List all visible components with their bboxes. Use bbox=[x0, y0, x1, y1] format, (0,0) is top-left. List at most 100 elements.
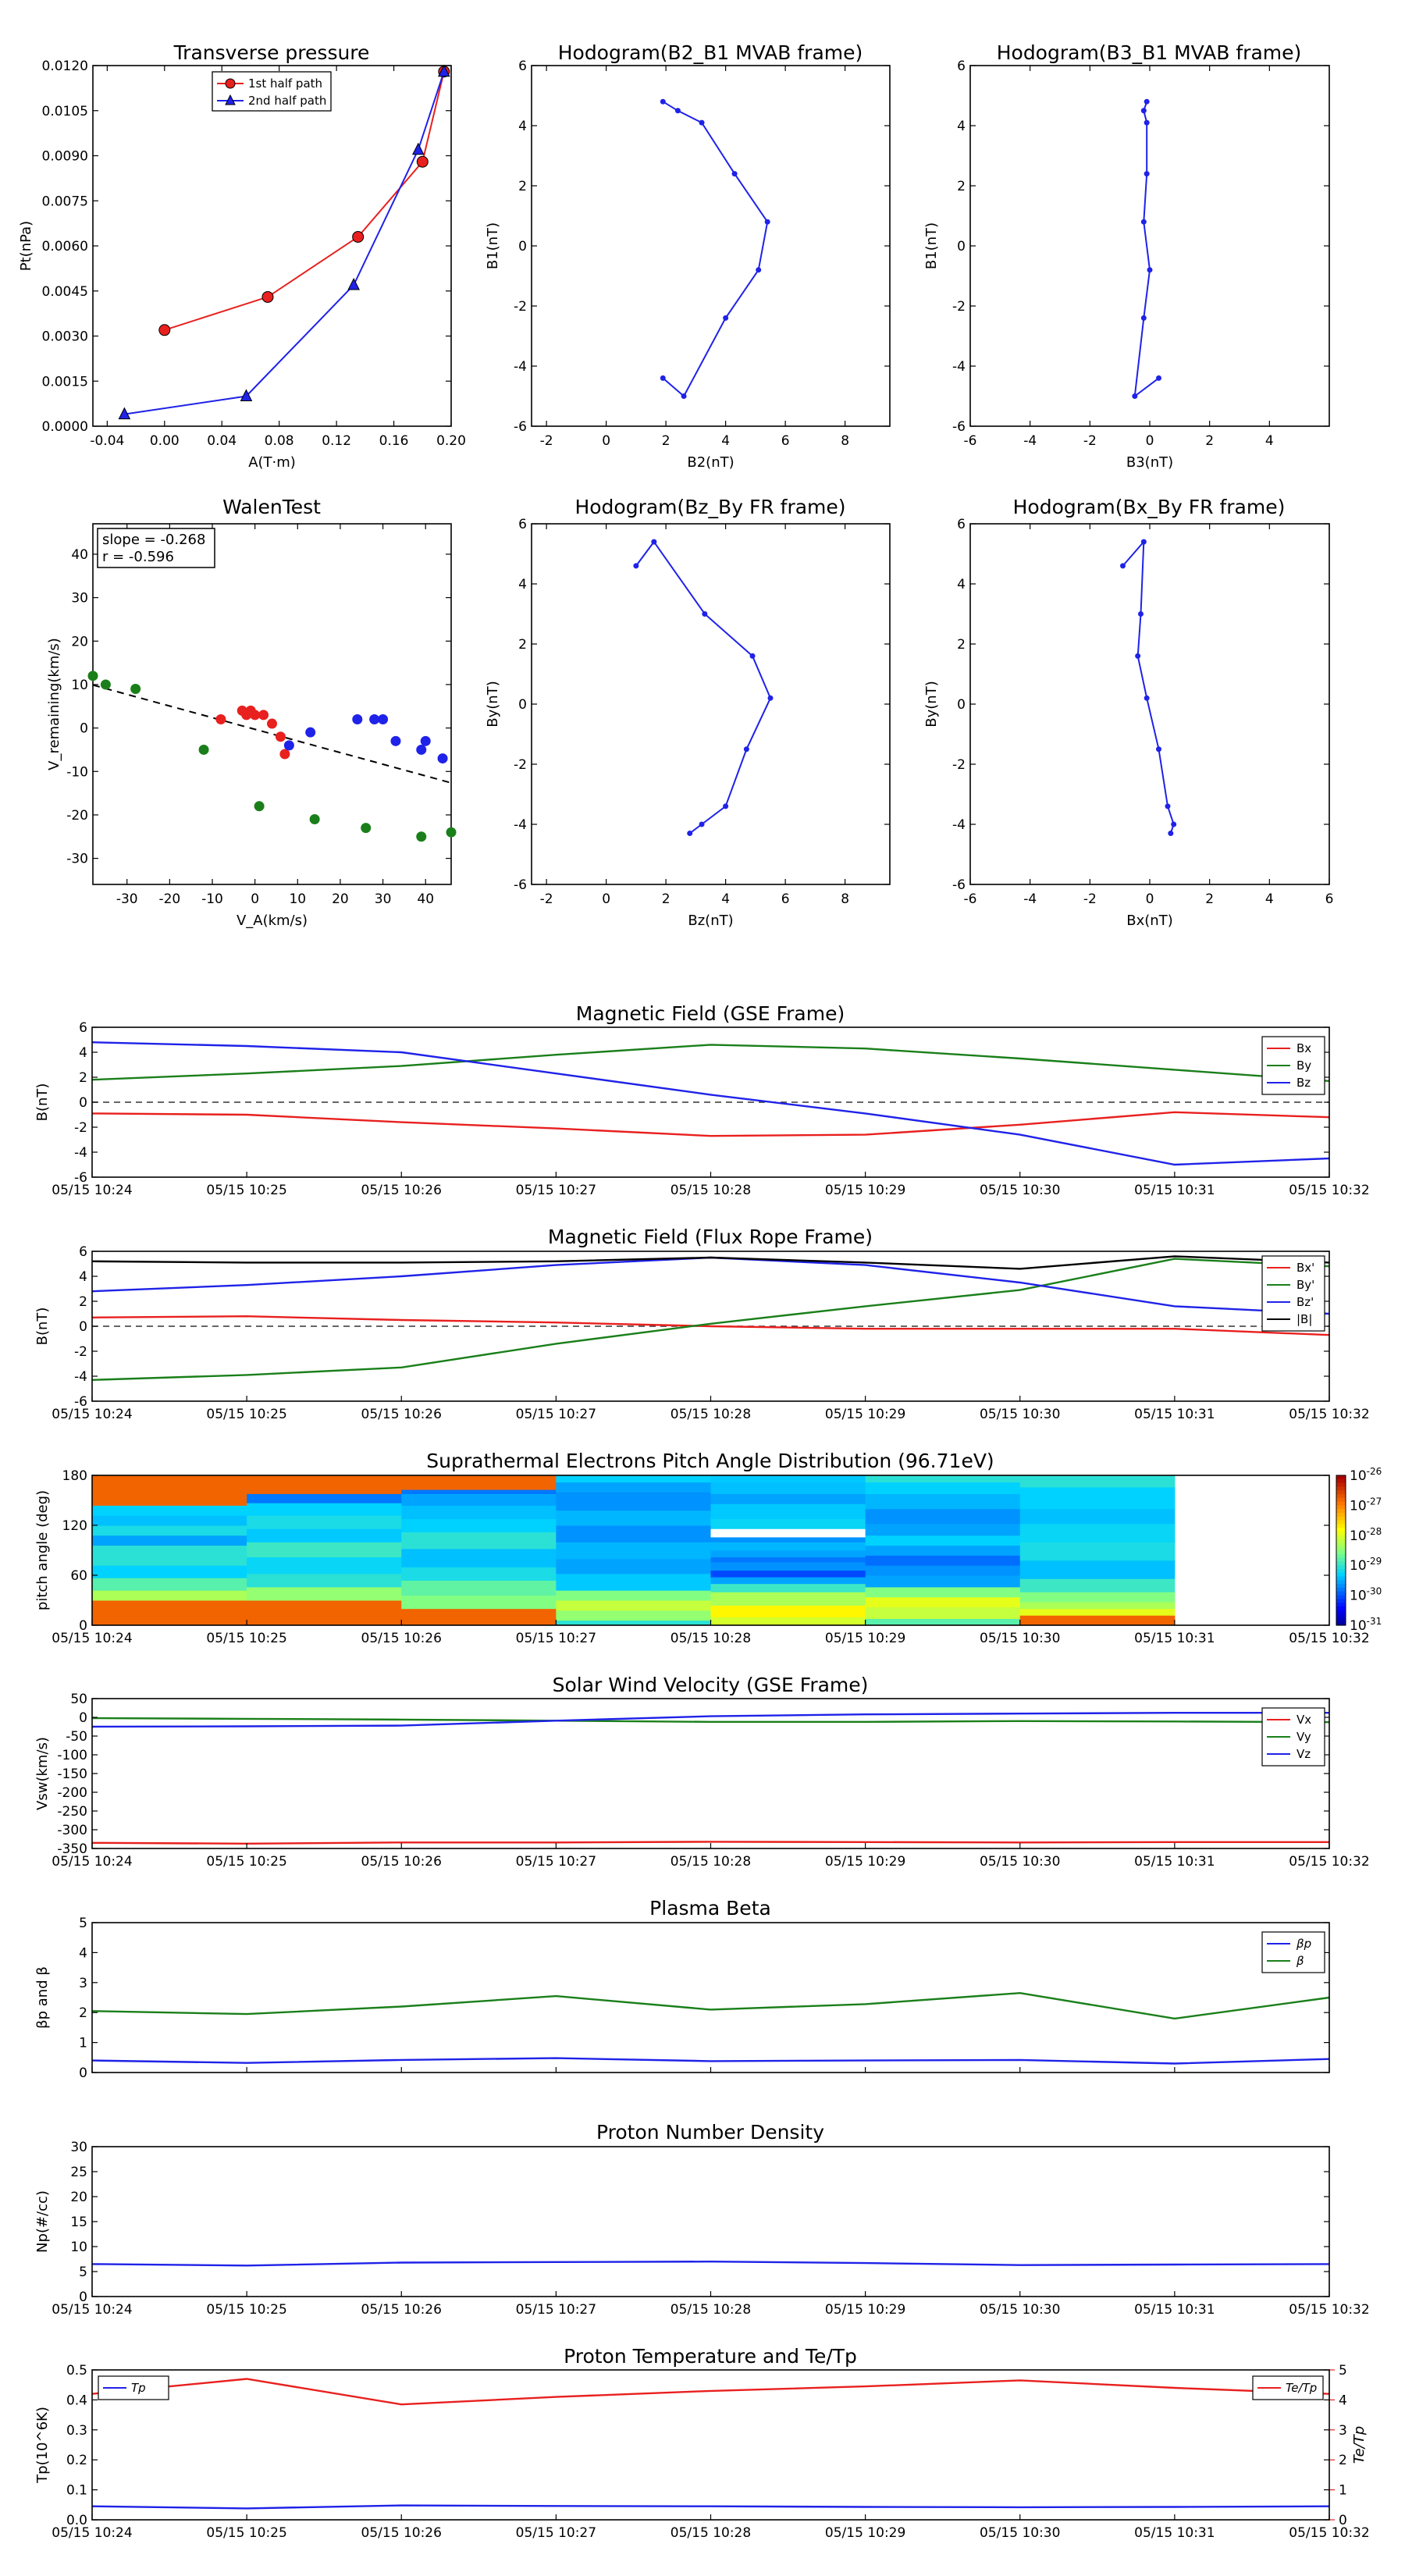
pad-xtick-label: 05/15 10:32 bbox=[1289, 1631, 1369, 1646]
hodogram-b3-b1-point bbox=[1147, 267, 1153, 273]
hodogram-b2-b1-point bbox=[764, 219, 770, 225]
pad-cell bbox=[1019, 1508, 1176, 1525]
sw-velocity-ytick-label: 0 bbox=[79, 1710, 87, 1726]
walen-test-ytick-label: -10 bbox=[66, 764, 88, 780]
walen-test-point bbox=[100, 679, 111, 690]
hodogram-b3-b1-ytick-label: 4 bbox=[957, 119, 966, 134]
walen-test-point bbox=[420, 735, 431, 746]
pad-cell bbox=[865, 1482, 1021, 1494]
mag-gse-ytick-label: 4 bbox=[79, 1045, 87, 1061]
mag-fr-legend: Bx' By' Bz' |B| bbox=[1261, 1255, 1325, 1332]
mag-fr-line bbox=[91, 1255, 1330, 1270]
hodogram-bz-by-ytick-label: 2 bbox=[518, 637, 527, 653]
hodogram-bz-by-ytick-label: 4 bbox=[518, 577, 527, 592]
pad-ytick-label: 180 bbox=[62, 1468, 87, 1484]
mag-gse-xtick-label: 05/15 10:32 bbox=[1289, 1183, 1369, 1198]
pad-cell bbox=[556, 1573, 711, 1591]
pad-cell bbox=[556, 1510, 711, 1526]
hodogram-bx-by-point bbox=[1135, 653, 1141, 659]
plasma-beta-ytick-label: 3 bbox=[79, 1976, 87, 1991]
proton-density-ytick-label: 10 bbox=[70, 2240, 87, 2255]
hodogram-bz-by-ytick-label: 6 bbox=[518, 517, 527, 532]
pad-colorbar-label: 10-30 bbox=[1350, 1586, 1382, 1604]
hodogram-b2-b1-xtick-label: 6 bbox=[781, 433, 790, 449]
transverse-pressure-xtick-label: 0.00 bbox=[150, 433, 180, 449]
mag-fr-xtick-label: 05/15 10:32 bbox=[1289, 1407, 1369, 1422]
mag-fr-ytick-label: 6 bbox=[79, 1244, 87, 1260]
pad-cell bbox=[92, 1525, 247, 1536]
pad-cell bbox=[92, 1565, 247, 1578]
plasma-beta-panel: Plasma Beta bbox=[649, 1897, 771, 1920]
hodogram-b3-b1-line bbox=[1133, 101, 1160, 398]
proton-temp-frame bbox=[91, 2369, 1330, 2521]
plasma-beta-legend-label: β bbox=[1296, 1954, 1304, 1968]
proton-density-frame bbox=[91, 2146, 1330, 2297]
pad-colorbar-step bbox=[1336, 1591, 1346, 1596]
pad-cell bbox=[247, 1600, 402, 1626]
hodogram-b2-b1-xlabel: B2(nT) bbox=[687, 454, 734, 471]
walen-test-xtick-label: -10 bbox=[201, 891, 223, 907]
hodogram-b3-b1-xtick-label: 0 bbox=[1146, 433, 1154, 449]
mag-fr-line bbox=[91, 1315, 1330, 1336]
sw-velocity-ytick-label: -300 bbox=[57, 1823, 87, 1838]
pad-colorbar-step bbox=[1336, 1482, 1346, 1487]
hodogram-b3-b1-ylabel: B1(nT) bbox=[923, 222, 940, 269]
hodogram-bz-by-ytick-label: -6 bbox=[514, 877, 527, 893]
mag-fr-xtick-label: 05/15 10:30 bbox=[980, 1407, 1060, 1422]
pad-ytick-label: 60 bbox=[70, 1568, 87, 1584]
hodogram-bx-by-xtick-label: 0 bbox=[1146, 891, 1154, 907]
hodogram-bx-by-xtick-label: 6 bbox=[1325, 891, 1334, 907]
pad-colorbar-step bbox=[1336, 1588, 1346, 1592]
pad-cell bbox=[865, 1493, 1021, 1510]
transverse-pressure-point bbox=[158, 324, 171, 336]
proton-density-xtick-label: 05/15 10:30 bbox=[980, 2302, 1060, 2318]
mag-fr-legend-label: By' bbox=[1297, 1278, 1314, 1292]
pad-cell bbox=[1019, 1592, 1176, 1603]
walen-test-title: WalenTest bbox=[222, 496, 321, 518]
mag-gse-ytick-label: -4 bbox=[74, 1145, 87, 1161]
hodogram-bz-by-ylabel: By(nT) bbox=[485, 681, 501, 727]
hodogram-bz-by-title: Hodogram(Bz_By FR frame) bbox=[574, 496, 845, 518]
hodogram-b3-b1-ytick-label: -4 bbox=[952, 359, 966, 375]
proton-density-xtick-label: 05/15 10:27 bbox=[516, 2302, 596, 2318]
transverse-pressure-line bbox=[124, 71, 445, 415]
mag-gse-xtick-label: 05/15 10:30 bbox=[980, 1183, 1060, 1198]
hodogram-b3-b1-point bbox=[1144, 98, 1150, 105]
sw-velocity-xtick-label: 05/15 10:24 bbox=[52, 1854, 132, 1870]
mag-gse-ytick-label: 6 bbox=[79, 1020, 87, 1036]
pad-cell bbox=[1019, 1615, 1176, 1626]
mag-gse-xtick-label: 05/15 10:24 bbox=[52, 1183, 132, 1198]
hodogram-bx-by-point bbox=[1144, 695, 1150, 701]
pad-cell bbox=[92, 1515, 247, 1526]
pad-cell bbox=[865, 1565, 1021, 1576]
pad-colorbar-step bbox=[1336, 1569, 1346, 1574]
pad-colorbar-step bbox=[1336, 1532, 1346, 1536]
hodogram-bz-by-xlabel: Bz(nT) bbox=[688, 913, 733, 929]
walen-test-xtick-label: -30 bbox=[116, 891, 138, 907]
walen-test-annotation-box: slope = -0.268r = -0.596 bbox=[97, 528, 215, 568]
transverse-pressure-legend-marker bbox=[225, 78, 236, 89]
mag-gse-xtick-label: 05/15 10:31 bbox=[1134, 1183, 1215, 1198]
mag-fr-xtick-label: 05/15 10:25 bbox=[206, 1407, 286, 1422]
pad-cell bbox=[865, 1606, 1021, 1619]
pad-cell bbox=[710, 1542, 866, 1551]
pad-cell bbox=[401, 1489, 557, 1494]
hodogram-b2-b1-line bbox=[662, 101, 769, 398]
plasma-beta-ytick-label: 2 bbox=[79, 2005, 87, 2021]
hodogram-bx-by-ytick-label: 4 bbox=[957, 577, 966, 592]
pad-cell bbox=[556, 1558, 711, 1574]
pad-cell bbox=[247, 1528, 402, 1542]
walen-test-xtick-label: 20 bbox=[332, 891, 349, 907]
hodogram-b3-b1-point bbox=[1140, 219, 1147, 225]
walen-test-ytick-label: 0 bbox=[80, 721, 88, 737]
hodogram-bz-by-point bbox=[767, 695, 774, 701]
proton-temp-ytick-label-right: 3 bbox=[1339, 2423, 1347, 2439]
hodogram-b2-b1-ytick-label: 0 bbox=[518, 239, 527, 254]
walen-test-point bbox=[279, 749, 290, 760]
pad-colorbar-label: 10-28 bbox=[1350, 1526, 1382, 1544]
hodogram-bz-by-point bbox=[723, 803, 729, 809]
mag-fr-ytick-label: 2 bbox=[79, 1294, 87, 1310]
transverse-pressure-ytick-label: 0.0105 bbox=[42, 104, 88, 119]
hodogram-bz-by-ytick-label: -2 bbox=[514, 757, 527, 773]
hodogram-bx-by-point bbox=[1165, 803, 1171, 809]
